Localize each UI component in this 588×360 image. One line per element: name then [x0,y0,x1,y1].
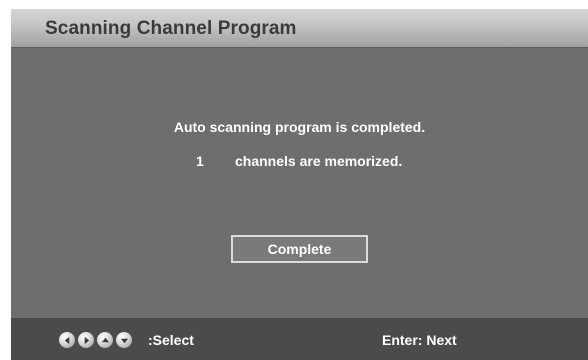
channel-count-text: channels are memorized. [235,153,403,169]
page-title: Scanning Channel Program [45,18,297,39]
channel-count: 1 [196,153,204,169]
footer-bar: :Select Enter: Next [11,318,588,360]
completion-message: Auto scanning program is completed. [173,119,426,135]
up-arrow-icon [97,332,113,348]
right-arrow-icon [78,332,94,348]
channel-count-row: 1 channels are memorized. [11,153,588,171]
header-bar: Scanning Channel Program [11,9,588,48]
nav-icons [59,332,132,348]
complete-button[interactable]: Complete [231,235,368,263]
select-hint: :Select [148,332,194,348]
left-arrow-icon [59,332,75,348]
enter-next-hint: Enter: Next [382,332,457,348]
down-arrow-icon [116,332,132,348]
tv-screen: Scanning Channel Program Auto scanning p… [11,9,588,360]
